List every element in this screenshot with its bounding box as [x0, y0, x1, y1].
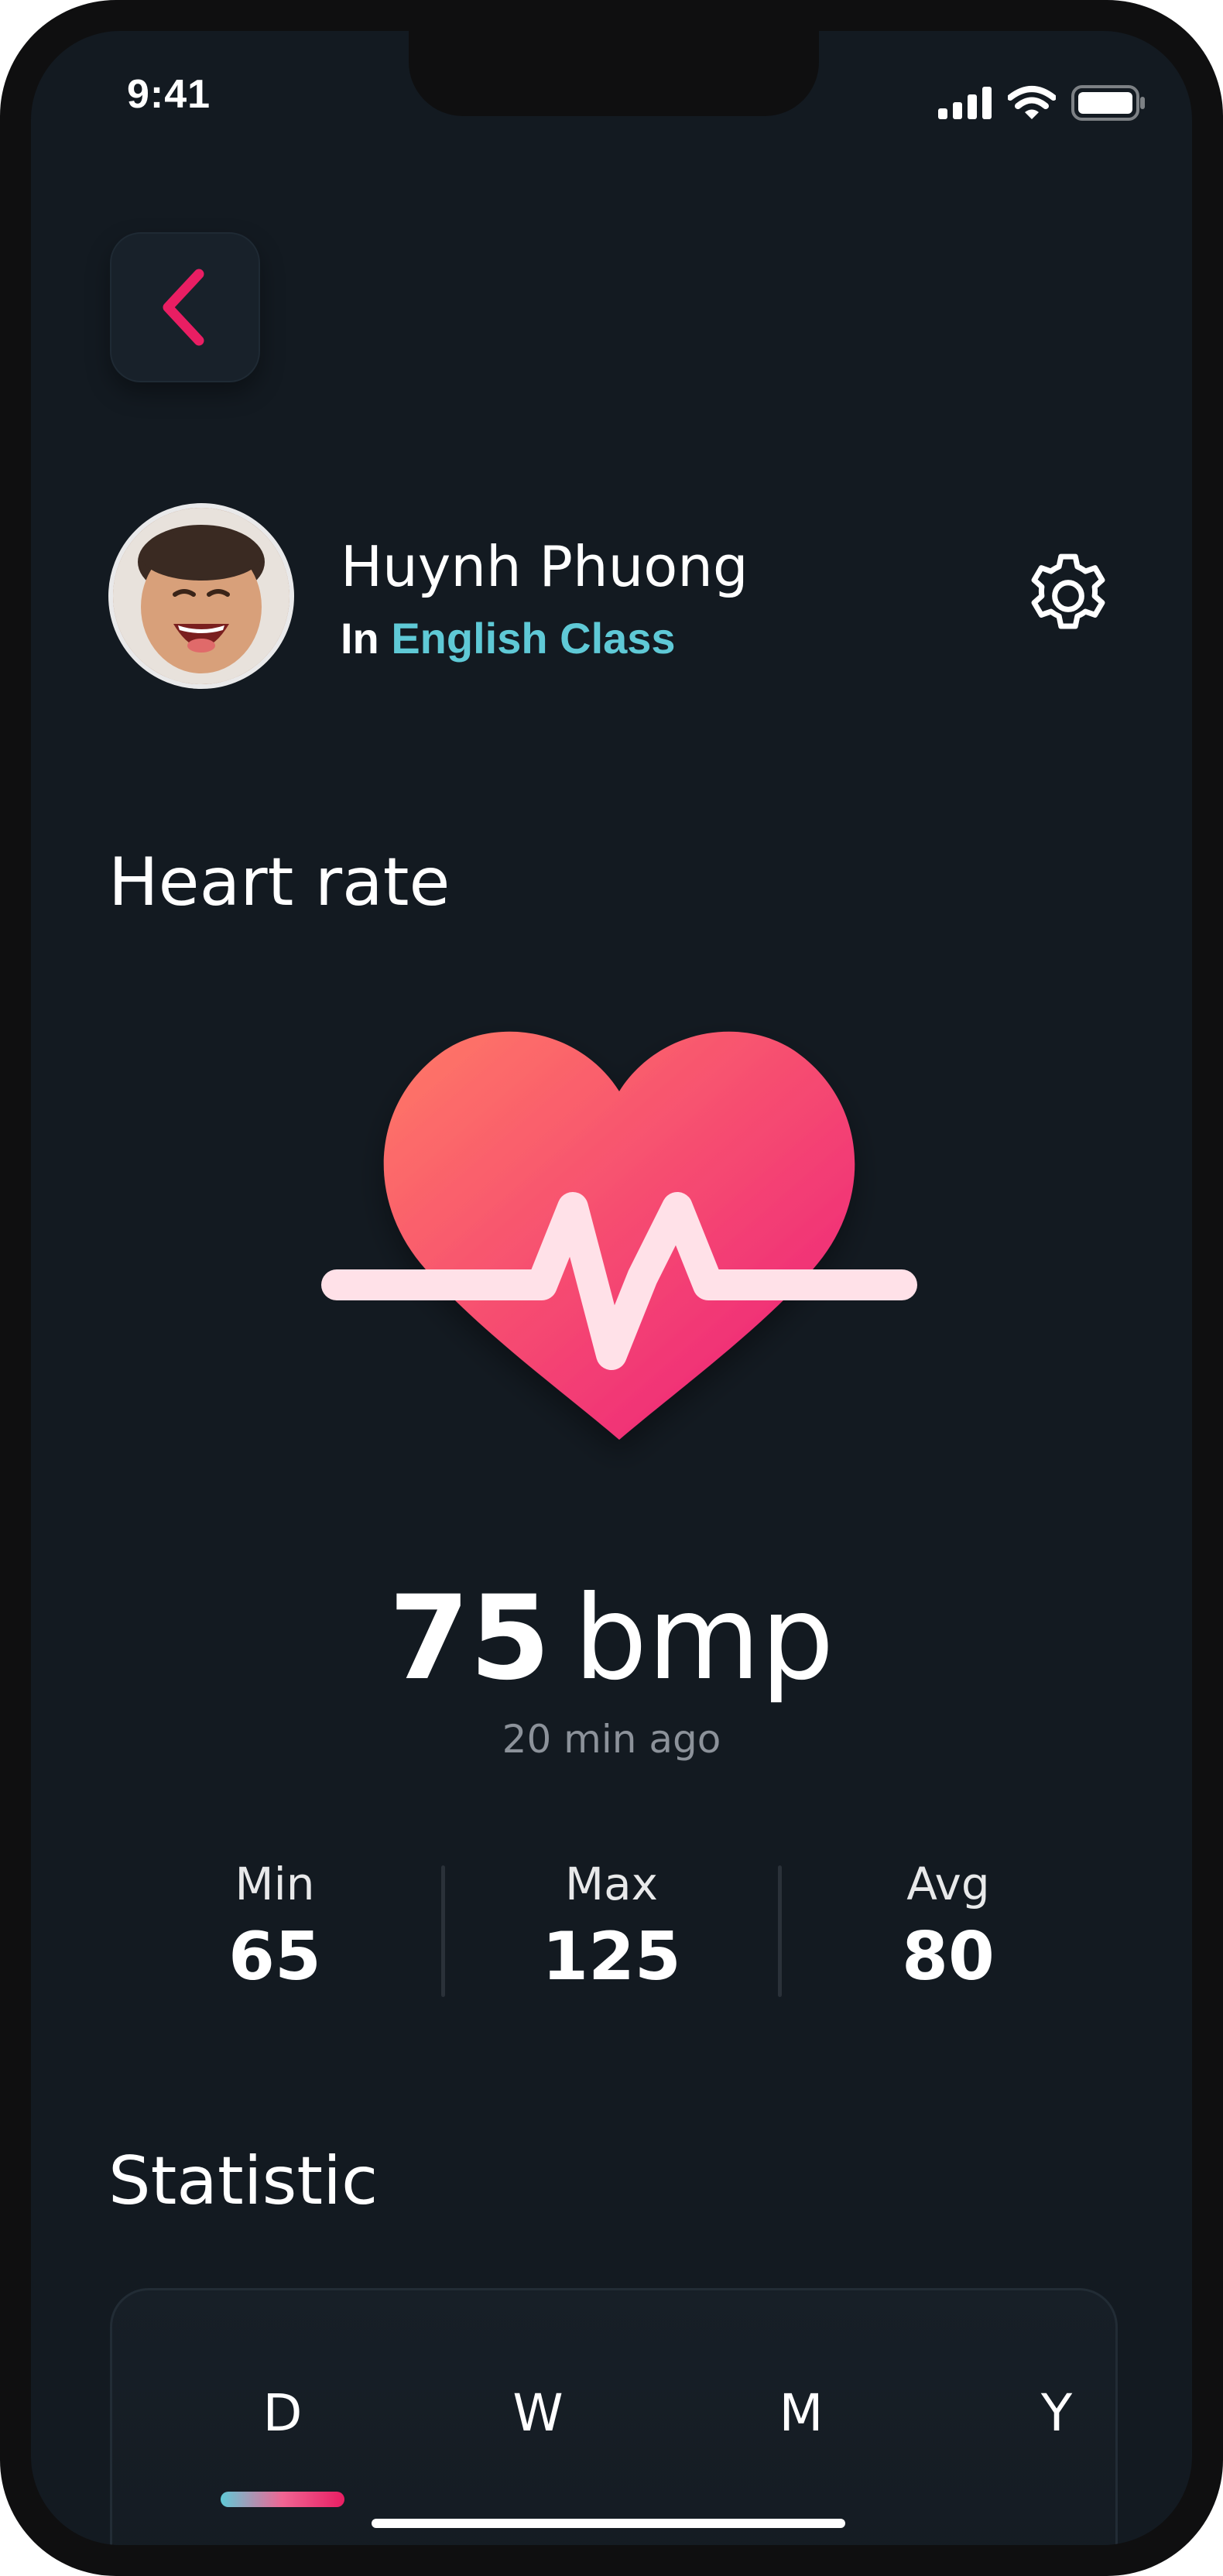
- stat-label: Max: [565, 1858, 658, 1910]
- battery-icon: [1071, 85, 1145, 121]
- heart-rate-stats: Min 65 Max 125 Avg 80: [108, 1842, 1115, 2028]
- tab-year[interactable]: Y: [979, 2383, 1134, 2443]
- tab-month[interactable]: M: [724, 2383, 879, 2443]
- bpm-unit: bmp: [574, 1571, 834, 1706]
- home-indicator[interactable]: [372, 2519, 845, 2528]
- avatar[interactable]: [108, 503, 294, 689]
- settings-button[interactable]: [1014, 542, 1122, 650]
- user-name: Huynh Phuong: [341, 534, 749, 599]
- class-link[interactable]: English Class: [391, 614, 675, 663]
- avatar-photo: [113, 508, 289, 684]
- phone-frame: 9:41 Huynh Phuong In English Class Heart…: [0, 0, 1223, 2576]
- heart-rate-reading: 75 bmp: [31, 1571, 1192, 1706]
- gear-icon: [1031, 553, 1105, 629]
- tab-week[interactable]: W: [461, 2383, 615, 2443]
- bpm-value: 75: [389, 1571, 551, 1706]
- heart-rate-title: Heart rate: [108, 844, 450, 921]
- signal-icon: [938, 87, 992, 119]
- stat-label: Avg: [906, 1858, 990, 1910]
- stat-value: 65: [228, 1918, 321, 1995]
- device-notch: [409, 31, 819, 116]
- wifi-icon: [1008, 86, 1056, 119]
- statistic-card: D W M Y: [110, 2288, 1118, 2545]
- chevron-left-icon: [163, 269, 204, 346]
- stat-value: 125: [542, 1918, 681, 1995]
- heart-pulse-icon: [321, 1031, 917, 1440]
- stat-min: Min 65: [108, 1842, 441, 2028]
- class-prefix: In: [341, 614, 379, 663]
- status-icons: [938, 85, 1146, 121]
- stat-label: Min: [235, 1858, 315, 1910]
- selected-tab-indicator: [221, 2492, 344, 2507]
- last-updated: 20 min ago: [502, 1717, 721, 1762]
- tab-day[interactable]: D: [205, 2383, 360, 2443]
- user-class: In English Class: [341, 613, 676, 663]
- app-screen: 9:41 Huynh Phuong In English Class Heart…: [31, 31, 1192, 2545]
- stat-max: Max 125: [445, 1842, 778, 2028]
- stat-value: 80: [902, 1918, 995, 1995]
- back-button[interactable]: [110, 232, 260, 382]
- stat-avg: Avg 80: [782, 1842, 1115, 2028]
- statistic-title: Statistic: [108, 2143, 379, 2220]
- status-time: 9:41: [127, 72, 211, 117]
